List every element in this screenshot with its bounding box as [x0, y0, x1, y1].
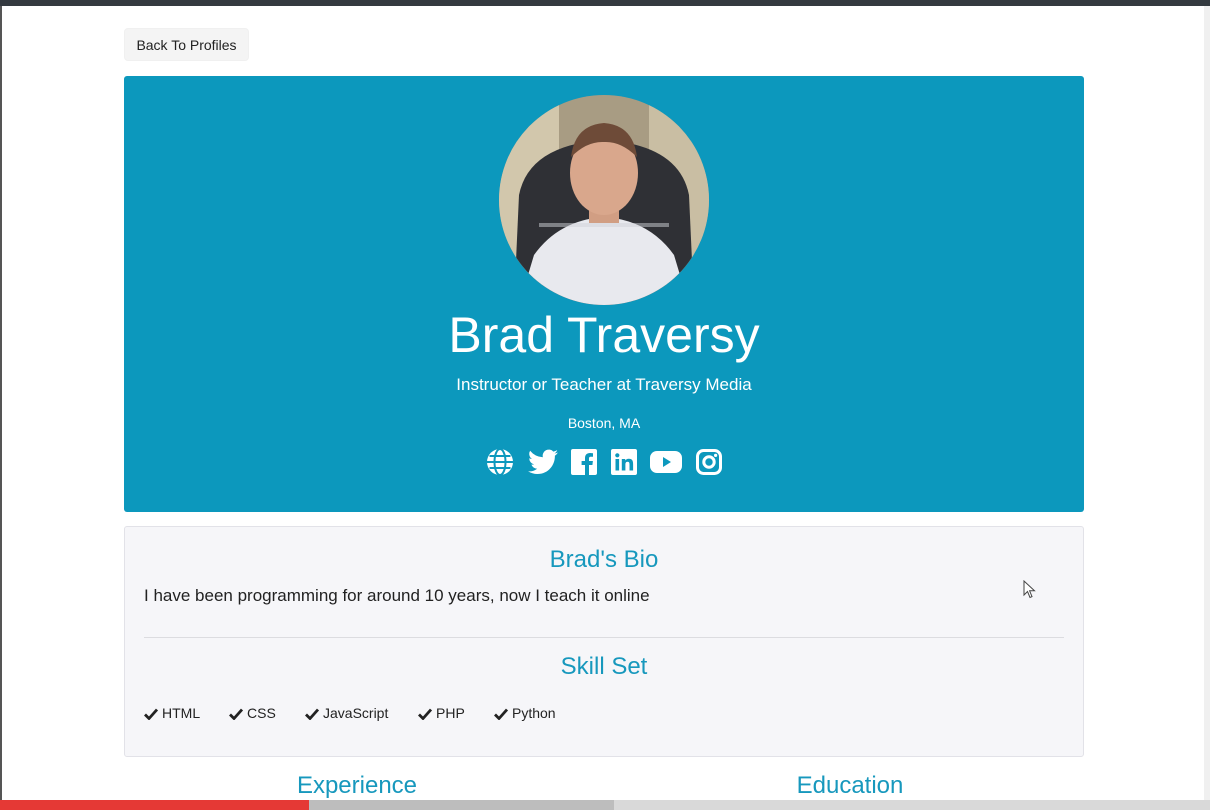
- check-icon: [229, 708, 243, 720]
- profile-location: Boston, MA: [567, 415, 641, 431]
- skill-item: Python: [494, 703, 556, 723]
- skill-label: PHP: [436, 705, 465, 721]
- skill-label: Python: [512, 705, 556, 721]
- bio-heading: Brad's Bio: [549, 546, 659, 573]
- education-heading: Education: [796, 772, 904, 799]
- skill-label: HTML: [162, 705, 201, 721]
- profile-name: Brad Traversy: [448, 307, 760, 363]
- divider: [144, 637, 1064, 638]
- globe-icon[interactable]: [486, 448, 514, 476]
- skill-item: PHP: [418, 703, 465, 723]
- skill-item: HTML: [144, 703, 200, 723]
- skill-label: JavaScript: [323, 705, 389, 721]
- mouse-pointer-icon: [1023, 580, 1036, 599]
- skill-item: CSS: [229, 703, 276, 723]
- back-to-profiles-button[interactable]: Back To Profiles: [124, 28, 249, 61]
- check-icon: [418, 708, 432, 720]
- scrollbar-track[interactable]: [1204, 6, 1210, 810]
- facebook-icon[interactable]: [571, 449, 598, 475]
- profile-header: Brad Traversy Instructor or Teacher at T…: [124, 76, 1084, 512]
- skills-heading: Skill Set: [560, 653, 648, 680]
- skill-item: JavaScript: [305, 703, 388, 723]
- about-card: Brad's Bio I have been programming for a…: [124, 526, 1084, 757]
- linkedin-icon[interactable]: [610, 449, 637, 475]
- bio-text: I have been programming for around 10 ye…: [144, 586, 650, 605]
- social-links: [486, 447, 722, 477]
- skill-label: CSS: [247, 705, 276, 721]
- youtube-icon[interactable]: [650, 450, 683, 474]
- check-icon: [494, 708, 508, 720]
- twitter-icon[interactable]: [527, 449, 558, 475]
- instagram-icon[interactable]: [695, 449, 722, 475]
- avatar: [499, 95, 709, 305]
- experience-heading: Experience: [296, 772, 418, 799]
- profile-status: Instructor or Teacher at Traversy Media: [456, 375, 752, 394]
- window-edge: [0, 6, 2, 810]
- check-icon: [305, 708, 319, 720]
- avatar-photo: [499, 95, 709, 305]
- check-icon: [144, 708, 158, 720]
- browser-top-bar: [0, 0, 1210, 6]
- video-progress-bar[interactable]: [0, 800, 309, 810]
